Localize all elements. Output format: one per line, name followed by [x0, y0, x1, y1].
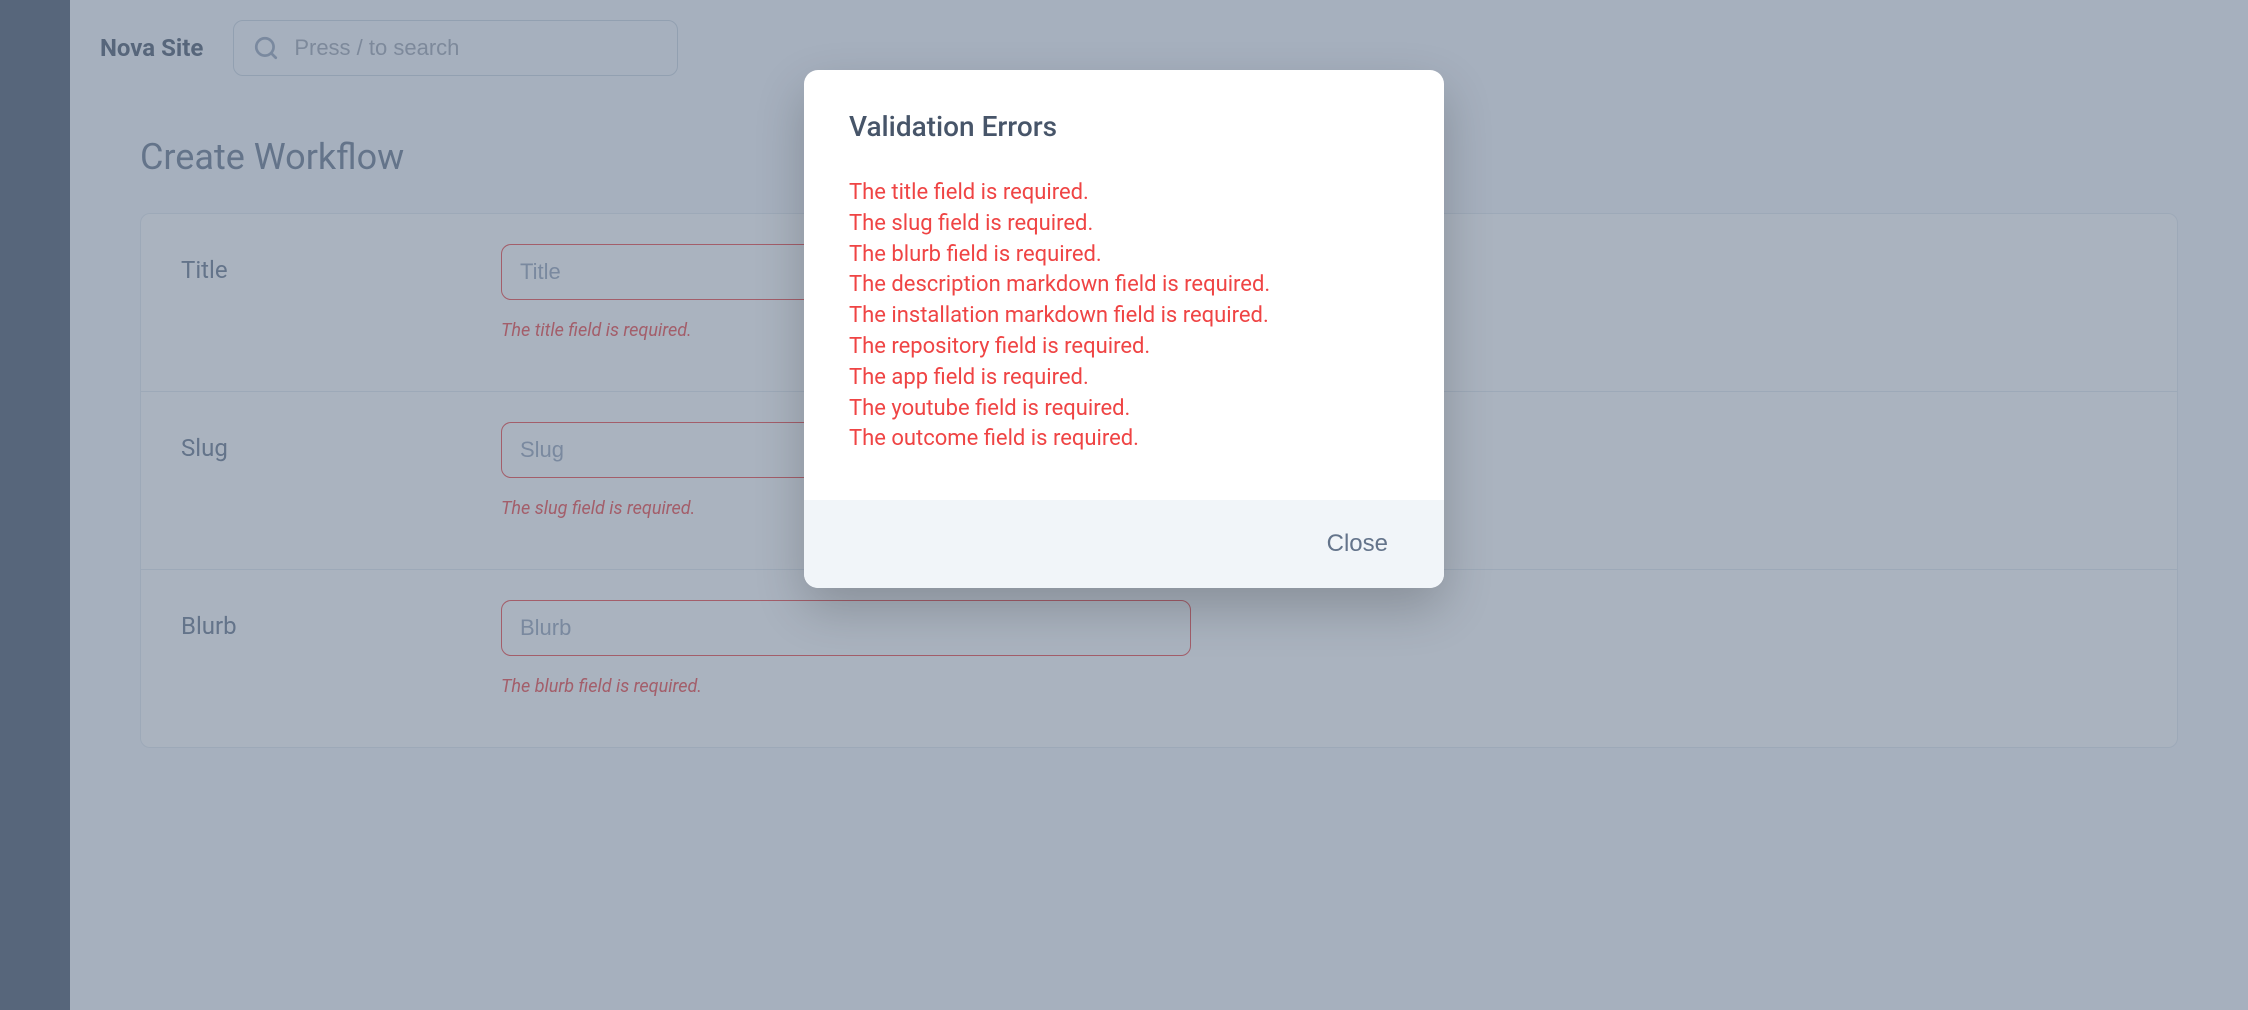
error-item: The description markdown field is requir… — [849, 270, 1399, 301]
error-item: The slug field is required. — [849, 209, 1399, 240]
error-item: The installation markdown field is requi… — [849, 301, 1399, 332]
error-item: The app field is required. — [849, 363, 1399, 394]
modal-body: Validation Errors The title field is req… — [804, 70, 1444, 500]
modal-title: Validation Errors — [849, 110, 1399, 143]
error-item: The youtube field is required. — [849, 394, 1399, 425]
validation-modal: Validation Errors The title field is req… — [804, 70, 1444, 588]
error-item: The outcome field is required. — [849, 424, 1399, 455]
close-button[interactable]: Close — [1311, 522, 1404, 566]
error-item: The repository field is required. — [849, 332, 1399, 363]
modal-footer: Close — [804, 500, 1444, 588]
error-item: The blurb field is required. — [849, 240, 1399, 271]
error-list: The title field is required. The slug fi… — [849, 178, 1399, 455]
error-item: The title field is required. — [849, 178, 1399, 209]
modal-overlay[interactable]: Validation Errors The title field is req… — [0, 0, 2248, 1010]
